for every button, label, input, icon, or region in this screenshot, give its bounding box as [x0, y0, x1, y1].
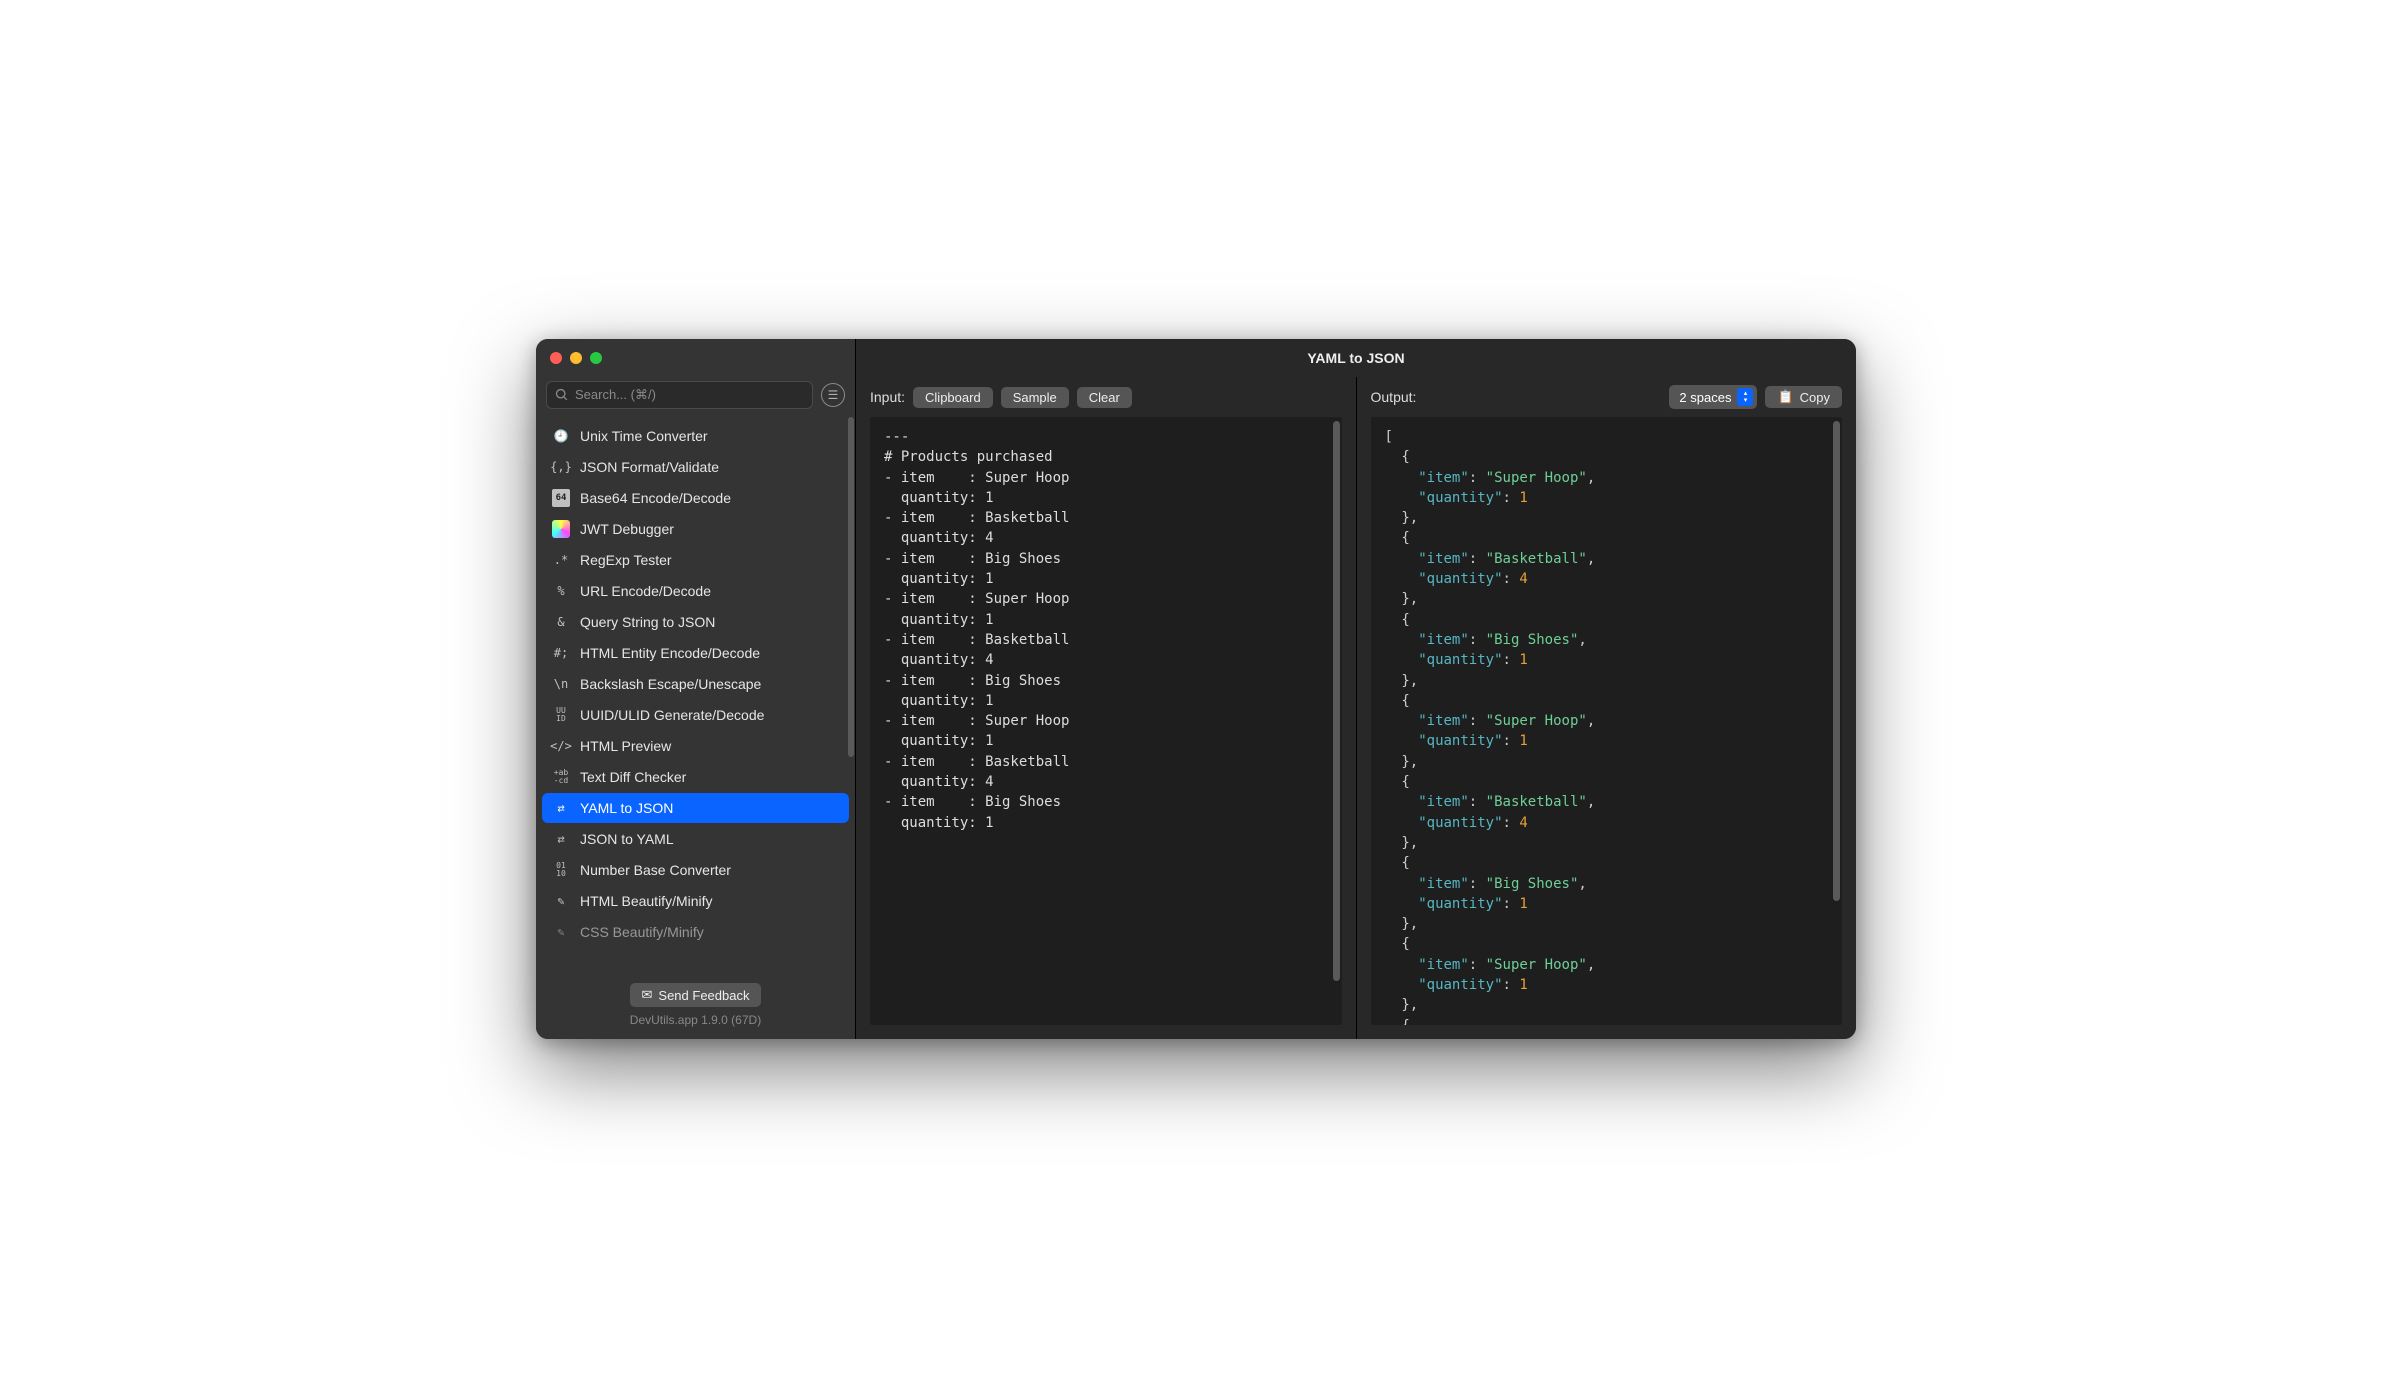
output-label: Output: — [1371, 389, 1417, 405]
send-feedback-label: Send Feedback — [658, 988, 749, 1003]
input-toolbar: Input: Clipboard Sample Clear — [856, 377, 1356, 417]
version-label: DevUtils.app 1.9.0 (67D) — [630, 1013, 761, 1027]
sidebar-item-label: JSON Format/Validate — [580, 459, 719, 475]
settings-button[interactable]: ☰ — [821, 383, 845, 407]
swap-icon: ⇄ — [552, 830, 570, 848]
output-editor[interactable]: [ { "item": "Super Hoop", "quantity": 1 … — [1371, 417, 1843, 1025]
input-editor[interactable]: --- # Products purchased - item : Super … — [870, 417, 1342, 1025]
sidebar-item-jwt-debugger[interactable]: ✱ JWT Debugger — [542, 514, 849, 544]
sidebar-item-label: HTML Entity Encode/Decode — [580, 645, 760, 661]
sidebar-item-unix-time-converter[interactable]: 🕘 Unix Time Converter — [542, 421, 849, 451]
wand-icon: ✎ — [552, 892, 570, 910]
search-row: Search... (⌘/) ☰ — [536, 377, 855, 417]
search-placeholder: Search... (⌘/) — [575, 387, 656, 403]
sidebar-item-label: UUID/ULID Generate/Decode — [580, 707, 764, 723]
send-feedback-button[interactable]: ✉ Send Feedback — [630, 983, 762, 1007]
sidebar-item-uuid-ulid-generate-decode[interactable]: UU ID UUID/ULID Generate/Decode — [542, 700, 849, 730]
sidebar-item-label: Unix Time Converter — [580, 428, 708, 444]
output-scrollbar[interactable] — [1833, 421, 1840, 901]
sidebar-item-label: RegExp Tester — [580, 552, 672, 568]
wand-icon: ✎ — [552, 923, 570, 941]
sidebar-item-label: HTML Preview — [580, 738, 671, 754]
window-traffic-lights — [536, 339, 855, 377]
copy-button[interactable]: 📋 Copy — [1765, 386, 1842, 408]
indent-select[interactable]: 2 spaces — [1669, 385, 1757, 409]
clipboard-icon: 📋 — [1777, 389, 1793, 405]
sidebar-item-label: URL Encode/Decode — [580, 583, 711, 599]
sidebar-item-css-beautify-minify[interactable]: ✎ CSS Beautify/Minify — [542, 917, 849, 947]
sidebar-item-yaml-to-json[interactable]: ⇄ YAML to JSON — [542, 793, 849, 823]
sidebar-item-number-base-converter[interactable]: 01 10 Number Base Converter — [542, 855, 849, 885]
b64-icon: 64 — [552, 489, 570, 507]
json-text: [ { "item": "Super Hoop", "quantity": 1 … — [1371, 417, 1843, 1025]
yaml-text: --- # Products purchased - item : Super … — [870, 417, 1342, 843]
sidebar-item-label: Text Diff Checker — [580, 769, 686, 785]
bksl-icon: \n — [552, 675, 570, 693]
clipboard-button[interactable]: Clipboard — [913, 387, 993, 408]
sidebar: Search... (⌘/) ☰ 🕘 Unix Time Converter {,}… — [536, 339, 856, 1039]
close-window-button[interactable] — [550, 352, 562, 364]
page-title: YAML to JSON — [856, 339, 1856, 377]
settings-icon: ☰ — [828, 388, 839, 402]
sample-button[interactable]: Sample — [1001, 387, 1069, 408]
sidebar-item-base64-encode-decode[interactable]: 64 Base64 Encode/Decode — [542, 483, 849, 513]
sidebar-item-regexp-tester[interactable]: .* RegExp Tester — [542, 545, 849, 575]
sidebar-item-query-string-to-json[interactable]: &Query String to JSON — [542, 607, 849, 637]
sidebar-footer: ✉ Send Feedback DevUtils.app 1.9.0 (67D) — [536, 975, 855, 1039]
amp-icon: & — [552, 613, 570, 631]
tool-list[interactable]: 🕘 Unix Time Converter {,} JSON Format/Valid… — [536, 417, 855, 975]
search-input[interactable]: Search... (⌘/) — [546, 381, 813, 409]
search-icon — [555, 388, 569, 402]
html-icon: </> — [552, 737, 570, 755]
input-label: Input: — [870, 389, 905, 405]
main-area: YAML to JSON Input: Clipboard Sample Cle… — [856, 339, 1856, 1039]
chevron-updown-icon — [1737, 388, 1753, 406]
output-pane: Output: 2 spaces 📋 Copy [ { "item": "Sup… — [1357, 377, 1857, 1039]
zoom-window-button[interactable] — [590, 352, 602, 364]
braces-icon: {,} — [552, 458, 570, 476]
swap-icon: ⇄ — [552, 799, 570, 817]
input-scrollbar[interactable] — [1333, 421, 1340, 981]
copy-label: Copy — [1800, 390, 1830, 405]
output-toolbar: Output: 2 spaces 📋 Copy — [1357, 377, 1857, 417]
sidebar-item-json-to-yaml[interactable]: ⇄ JSON to YAML — [542, 824, 849, 854]
sidebar-item-label: Number Base Converter — [580, 862, 731, 878]
jwt-icon: ✱ — [552, 520, 570, 538]
sidebar-item-label: Base64 Encode/Decode — [580, 490, 731, 506]
mail-icon: ✉ — [642, 987, 653, 1003]
indent-select-label: 2 spaces — [1679, 390, 1731, 405]
sidebar-item-backslash-escape-unescape[interactable]: \n Backslash Escape/Unescape — [542, 669, 849, 699]
sidebar-item-html-entity-encode-decode[interactable]: #; HTML Entity Encode/Decode — [542, 638, 849, 668]
clear-button[interactable]: Clear — [1077, 387, 1132, 408]
sidebar-item-label: YAML to JSON — [580, 800, 673, 816]
sidebar-item-html-preview[interactable]: </> HTML Preview — [542, 731, 849, 761]
sidebar-item-label: Query String to JSON — [580, 614, 715, 630]
sidebar-scrollbar[interactable] — [848, 417, 854, 757]
uuid-icon: UU ID — [552, 706, 570, 724]
input-pane: Input: Clipboard Sample Clear --- # Prod… — [856, 377, 1357, 1039]
sidebar-item-html-beautify-minify[interactable]: ✎ HTML Beautify/Minify — [542, 886, 849, 916]
regex-icon: .* — [552, 551, 570, 569]
bits-icon: 01 10 — [552, 861, 570, 879]
sidebar-item-label: Backslash Escape/Unescape — [580, 676, 761, 692]
sidebar-item-json-format-validate[interactable]: {,} JSON Format/Validate — [542, 452, 849, 482]
sidebar-item-label: CSS Beautify/Minify — [580, 924, 704, 940]
sidebar-item-label: JWT Debugger — [580, 521, 674, 537]
percent-icon: % — [552, 582, 570, 600]
hash-icon: #; — [552, 644, 570, 662]
sidebar-item-url-encode-decode[interactable]: % URL Encode/Decode — [542, 576, 849, 606]
diff-icon: +ab -cd — [552, 768, 570, 786]
sidebar-item-label: HTML Beautify/Minify — [580, 893, 713, 909]
app-window: Search... (⌘/) ☰ 🕘 Unix Time Converter {,}… — [536, 339, 1856, 1039]
minimize-window-button[interactable] — [570, 352, 582, 364]
sidebar-item-text-diff-checker[interactable]: +ab -cd Text Diff Checker — [542, 762, 849, 792]
clock-icon: 🕘 — [552, 427, 570, 445]
panes: Input: Clipboard Sample Clear --- # Prod… — [856, 377, 1856, 1039]
sidebar-item-label: JSON to YAML — [580, 831, 674, 847]
